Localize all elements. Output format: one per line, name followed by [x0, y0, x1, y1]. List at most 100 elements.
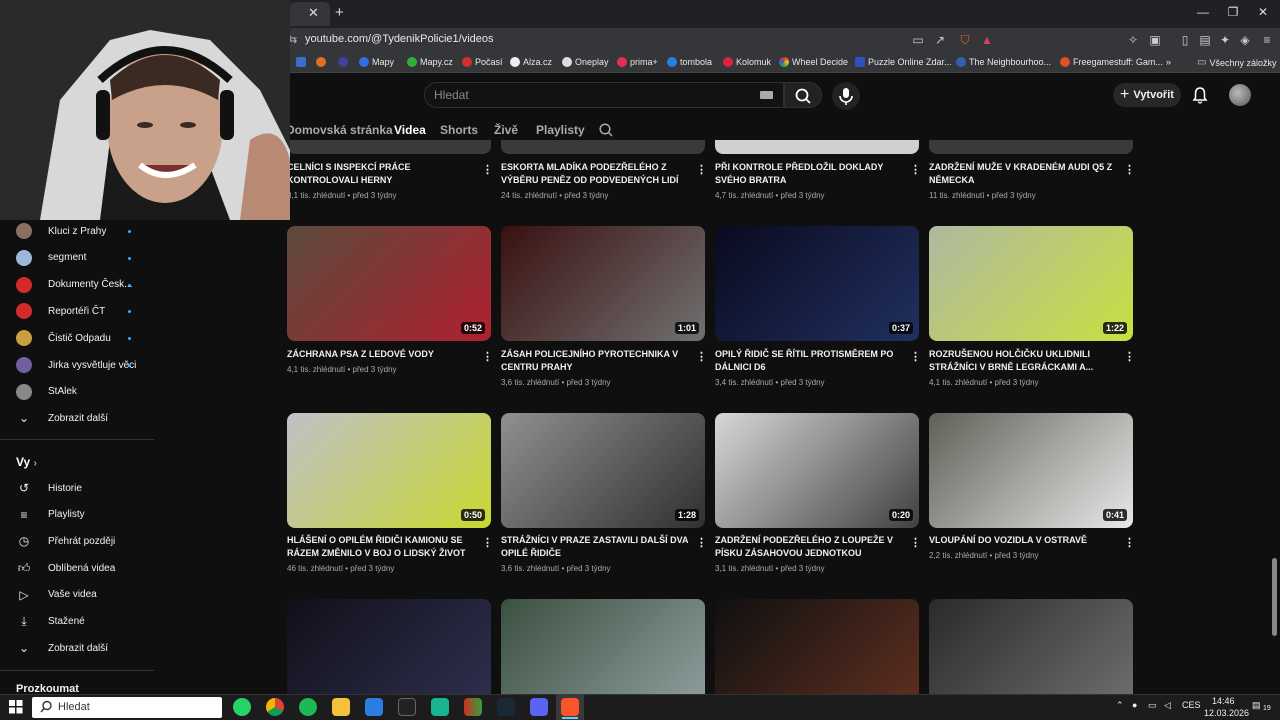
video-title[interactable]: ZADRŽENÍ PODEZŘELÉHO Z LOUPEŽE V PÍSKU Z…: [715, 534, 905, 560]
tab-close-icon[interactable]: ✕: [308, 5, 319, 21]
microphone-tray-icon[interactable]: ●: [1132, 700, 1137, 710]
more-options-icon[interactable]: ⋮: [1124, 350, 1135, 363]
sidebar-icon[interactable]: ▯: [1176, 31, 1194, 49]
sidebar-subscription[interactable]: segment: [16, 248, 86, 268]
vpn-icon[interactable]: ◈: [1236, 31, 1254, 49]
more-options-icon[interactable]: ⋮: [1124, 536, 1135, 549]
video-title[interactable]: VLOUPÁNÍ DO VOZIDLA V OSTRAVĚ: [929, 534, 1119, 547]
video-title[interactable]: ZÁSAH POLICEJNÍHO PYROTECHNIKA V CENTRU …: [501, 348, 691, 374]
sidebar-subscription[interactable]: Kluci z Prahy: [16, 221, 106, 241]
more-options-icon[interactable]: ⋮: [482, 350, 493, 363]
bookmark-mapy[interactable]: Mapy: [359, 57, 394, 67]
video-title[interactable]: ZADRŽENÍ MUŽE V KRADENÉM AUDI Q5 Z NĚMEC…: [929, 161, 1119, 187]
tab-playlists[interactable]: Playlisty: [536, 123, 585, 137]
app-icon-2[interactable]: [464, 698, 482, 716]
tab-home[interactable]: Domovská stránka: [286, 123, 393, 137]
brave-icon[interactable]: [561, 698, 579, 716]
chrome-icon[interactable]: [266, 698, 284, 716]
more-options-icon[interactable]: ⋮: [910, 350, 921, 363]
url-field[interactable]: youtube.com/@TydenikPolicie1/videos: [305, 33, 494, 45]
notifications-bell-icon[interactable]: [1190, 85, 1210, 105]
discord-icon[interactable]: [530, 698, 548, 716]
more-options-icon[interactable]: ⋮: [482, 163, 493, 176]
all-bookmarks[interactable]: ▭ Všechny záložky: [1197, 57, 1276, 68]
volume-icon[interactable]: ◁: [1164, 700, 1171, 711]
search-button[interactable]: [784, 82, 822, 108]
app-icon[interactable]: [431, 698, 449, 716]
bookmark-wheel-decide[interactable]: Wheel Decide: [779, 57, 848, 67]
more-options-icon[interactable]: ⋮: [910, 536, 921, 549]
whatsapp-icon[interactable]: [233, 698, 251, 716]
file-explorer-icon[interactable]: [332, 698, 350, 716]
page-scrollbar[interactable]: [1272, 558, 1277, 636]
sidebar-subscription[interactable]: Jirka vysvětluje věci: [16, 355, 136, 375]
brave-rewards-icon[interactable]: ▲: [978, 31, 996, 49]
sidebar-item-history[interactable]: ↺ Historie: [16, 478, 82, 498]
more-options-icon[interactable]: ⋮: [482, 536, 493, 549]
sidebar-item-playlists[interactable]: ≡ Playlisty: [16, 505, 84, 525]
video-thumbnail[interactable]: [501, 140, 705, 154]
sidebar-item-downloads[interactable]: ⤓ Stažené: [16, 612, 84, 632]
minimize-icon[interactable]: —: [1188, 5, 1218, 19]
video-title[interactable]: PŘI KONTROLE PŘEDLOŽIL DOKLADY SVÉHO BRA…: [715, 161, 905, 187]
cast-icon[interactable]: ▭: [909, 31, 927, 49]
restore-icon[interactable]: ❐: [1218, 5, 1248, 19]
sidebar-you-heading[interactable]: Vy ›: [16, 455, 37, 469]
video-thumbnail[interactable]: [287, 140, 491, 154]
bookmark-oneplay[interactable]: Oneplay: [562, 57, 609, 67]
sidebar-subscription[interactable]: Čistič Odpadu: [16, 328, 111, 348]
create-button[interactable]: + Vytvořit: [1113, 83, 1181, 107]
bookmark-tombola[interactable]: tombola: [667, 57, 712, 67]
account-avatar[interactable]: [1229, 84, 1251, 106]
extensions-icon[interactable]: ✧: [1124, 31, 1142, 49]
more-options-icon[interactable]: ⋮: [696, 536, 707, 549]
github-icon[interactable]: [398, 698, 416, 716]
sidebar-subscription[interactable]: Dokumenty Česk...: [16, 275, 132, 295]
tab-groups-icon[interactable]: ▣: [1146, 31, 1164, 49]
share-icon[interactable]: ↗: [931, 31, 949, 49]
clock-date[interactable]: 12.03.2026: [1204, 708, 1249, 718]
video-title[interactable]: ROZRUŠENOU HOLČIČKU UKLIDNILI STRÁŽNÍCI …: [929, 348, 1119, 374]
input-language[interactable]: CES: [1182, 700, 1201, 710]
sidebar-item-your-videos[interactable]: ▷ Vaše videa: [16, 585, 96, 605]
close-window-icon[interactable]: ✕: [1248, 5, 1278, 19]
bookmark-alza[interactable]: Alza.cz: [510, 57, 552, 67]
bookmark-icon-3[interactable]: [338, 57, 348, 67]
bookmarks-overflow[interactable]: »: [1166, 57, 1171, 67]
sidebar-item-liked-videos[interactable]: 👍︎ Oblíbená videa: [16, 558, 116, 578]
more-options-icon[interactable]: ⋮: [696, 163, 707, 176]
tab-videos[interactable]: Videa: [394, 123, 426, 137]
notifications-tray-icon[interactable]: ▤: [1252, 700, 1261, 711]
more-options-icon[interactable]: ⋮: [696, 350, 707, 363]
wallet-icon[interactable]: ▤: [1196, 31, 1214, 49]
menu-icon[interactable]: ≡: [1258, 31, 1276, 49]
keyboard-icon[interactable]: [760, 91, 773, 99]
bookmark-mapy-cz[interactable]: Mapy.cz: [407, 57, 453, 67]
video-title[interactable]: STRÁŽNÍCI V PRAZE ZASTAVILI DALŠÍ DVA OP…: [501, 534, 691, 560]
network-icon[interactable]: ▭: [1148, 700, 1157, 711]
sidebar-item-watch-later[interactable]: ◷ Přehrát později: [16, 531, 116, 551]
video-thumbnail[interactable]: [715, 140, 919, 154]
bookmark-freegamestuff[interactable]: Freegamestuff: Gam...: [1060, 57, 1163, 67]
brave-shield-icon[interactable]: ⛉: [956, 31, 974, 49]
search-input[interactable]: [424, 82, 784, 108]
tab-live[interactable]: Živě: [494, 123, 518, 137]
leo-ai-icon[interactable]: ✦: [1216, 31, 1234, 49]
video-title[interactable]: ESKORTA MLADÍKA PODEZŘELÉHO Z VÝBĚRU PEN…: [501, 161, 691, 187]
new-tab-icon[interactable]: +: [335, 4, 344, 21]
windows-start-icon[interactable]: [9, 700, 23, 719]
bookmark-icon-1[interactable]: [296, 57, 306, 67]
video-title[interactable]: HLÁŠENÍ O OPILÉM ŘIDIČI KAMIONU SE RÁZEM…: [287, 534, 477, 560]
sidebar-subscription[interactable]: Reportéři ČT: [16, 301, 105, 321]
video-thumbnail[interactable]: [929, 140, 1133, 154]
bookmark-neighbourhood[interactable]: The Neighbourhoo...: [956, 57, 1051, 67]
steam-icon[interactable]: [497, 698, 515, 716]
more-options-icon[interactable]: ⋮: [910, 163, 921, 176]
show-more-you[interactable]: ⌄ Zobrazit další: [16, 638, 108, 658]
video-title[interactable]: CELNÍCI S INSPEKCÍ PRÁCE KONTROLOVALI HE…: [287, 161, 477, 187]
bookmark-prima[interactable]: prima+: [617, 57, 658, 67]
video-title[interactable]: ZÁCHRANA PSA Z LEDOVÉ VODY: [287, 348, 477, 361]
more-options-icon[interactable]: ⋮: [1124, 163, 1135, 176]
clock-time[interactable]: 14:46: [1212, 696, 1235, 706]
voice-search-button[interactable]: [832, 82, 860, 110]
